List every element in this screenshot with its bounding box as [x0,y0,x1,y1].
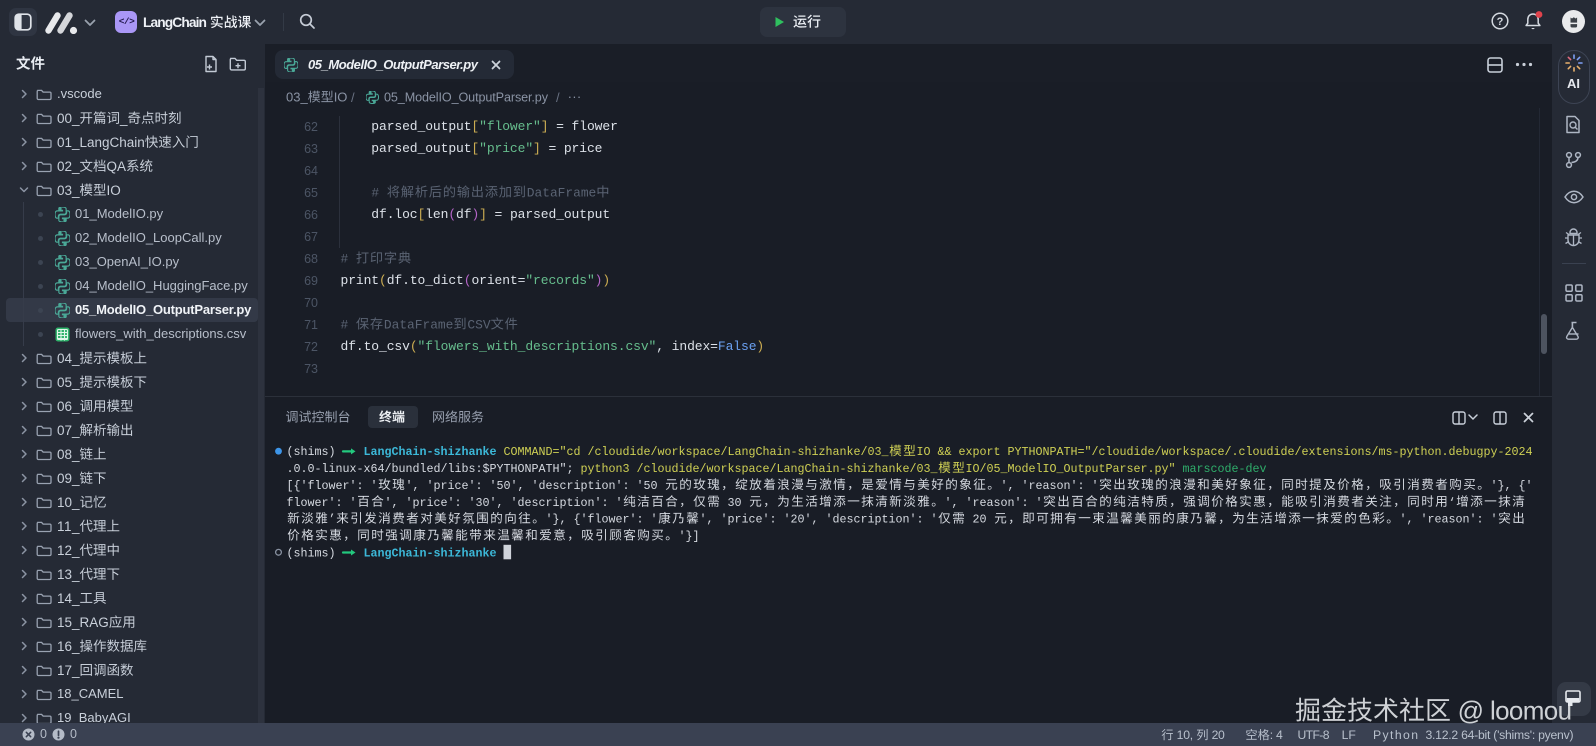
svg-text:?: ? [1497,16,1504,28]
